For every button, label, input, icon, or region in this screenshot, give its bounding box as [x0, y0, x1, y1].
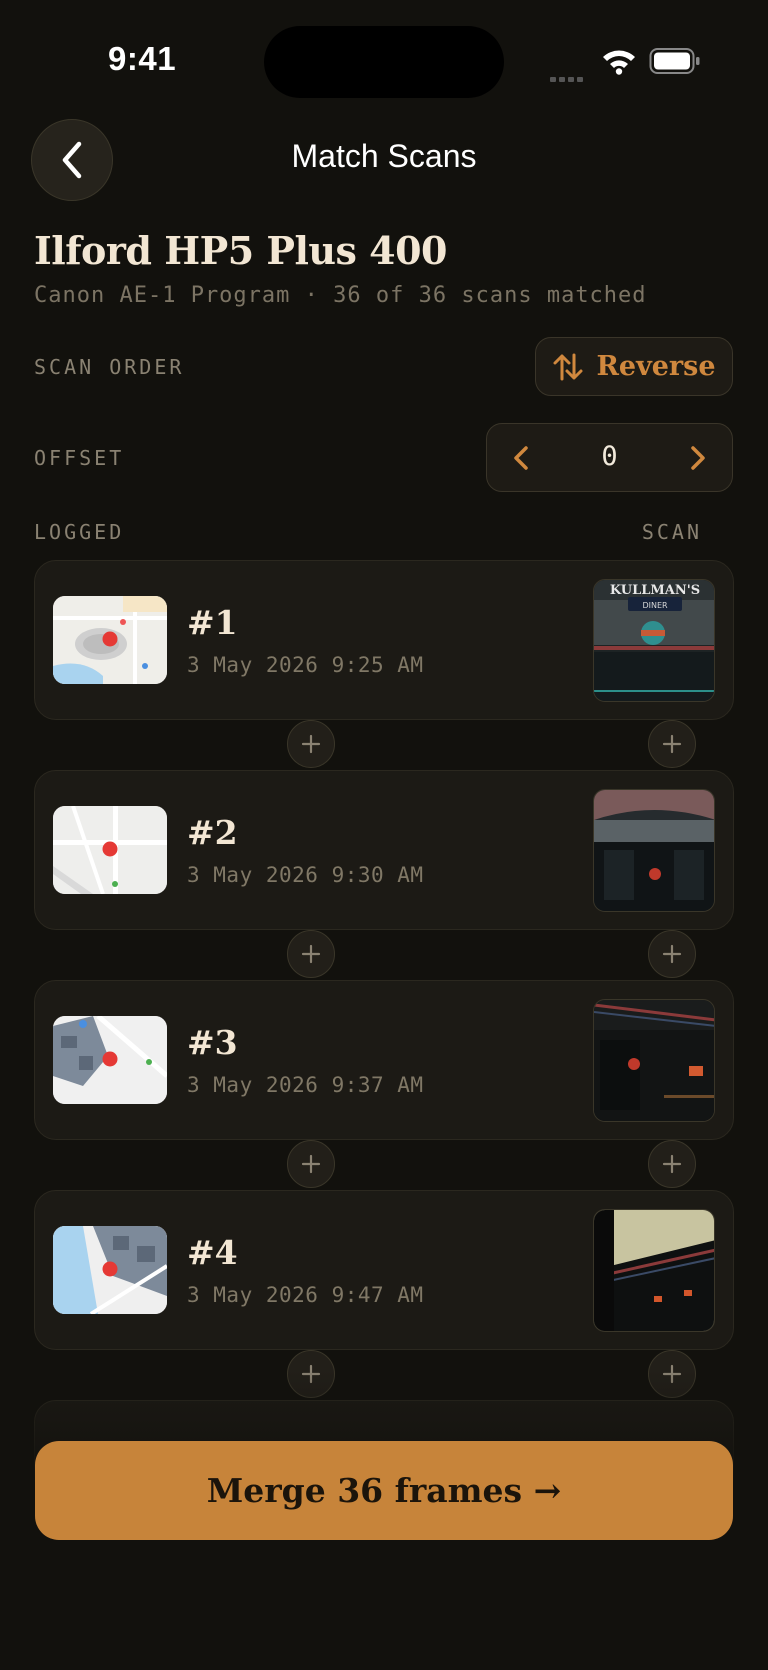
plus-icon — [662, 734, 682, 754]
location-map-thumbnail — [53, 806, 167, 894]
frame-number: #2 — [187, 813, 238, 852]
frame-number: #4 — [187, 1233, 238, 1272]
roll-subtitle: Canon AE-1 Program · 36 of 36 scans matc… — [34, 283, 647, 308]
reverse-button[interactable]: Reverse — [535, 337, 733, 396]
frame-timestamp: 3 May 2026 9:30 AM — [187, 863, 424, 887]
frame-row[interactable]: #4 3 May 2026 9:47 AM — [34, 1190, 734, 1350]
scan-column-header: SCAN — [641, 520, 702, 544]
frame-row[interactable]: #2 3 May 2026 9:30 AM — [34, 770, 734, 930]
diner-sign-text: KULLMAN'S — [610, 583, 700, 598]
plus-icon — [301, 1154, 321, 1174]
scan-thumbnail[interactable] — [593, 999, 715, 1122]
merge-button-label: Merge 36 frames → — [206, 1471, 562, 1510]
logged-column-header: LOGGED — [34, 520, 125, 544]
insert-scan-button[interactable] — [648, 1140, 696, 1188]
frame-number: #3 — [187, 1023, 238, 1062]
frame-row[interactable]: #1 3 May 2026 9:25 AM KULLMAN'S DINER — [34, 560, 734, 720]
frame-number: #1 — [187, 603, 238, 642]
reverse-label: Reverse — [596, 351, 716, 382]
offset-increment-button[interactable] — [682, 442, 712, 474]
insert-scan-button[interactable] — [648, 720, 696, 768]
plus-icon — [662, 1154, 682, 1174]
plus-icon — [662, 944, 682, 964]
roll-title: Ilford HP5 Plus 400 — [34, 228, 447, 273]
location-map-thumbnail — [53, 596, 167, 684]
diner-subsign-text: DINER — [642, 601, 668, 610]
battery-icon — [649, 48, 700, 74]
scan-order-label: SCAN ORDER — [34, 355, 185, 379]
insert-logged-frame-button[interactable] — [287, 720, 335, 768]
offset-stepper: 0 — [486, 423, 733, 492]
frame-timestamp: 3 May 2026 9:37 AM — [187, 1073, 424, 1097]
scan-thumbnail[interactable] — [593, 1209, 715, 1332]
scan-thumbnail[interactable] — [593, 789, 715, 912]
wifi-icon — [603, 50, 635, 75]
swap-vertical-icon — [553, 353, 583, 380]
insert-scan-button[interactable] — [648, 930, 696, 978]
insert-logged-frame-button[interactable] — [287, 1140, 335, 1188]
merge-frames-button[interactable]: Merge 36 frames → — [35, 1441, 733, 1540]
page-title: Match Scans — [291, 138, 477, 174]
location-map-thumbnail — [53, 1016, 167, 1104]
plus-icon — [301, 734, 321, 754]
status-time: 9:41 — [108, 40, 177, 77]
scan-thumbnail[interactable]: KULLMAN'S DINER — [593, 579, 715, 702]
frame-timestamp: 3 May 2026 9:25 AM — [187, 653, 424, 677]
dynamic-island — [264, 26, 504, 98]
insert-logged-frame-button[interactable] — [287, 930, 335, 978]
frame-row[interactable]: #3 3 May 2026 9:37 AM — [34, 980, 734, 1140]
location-map-thumbnail — [53, 1226, 167, 1314]
plus-icon — [301, 944, 321, 964]
cellular-signal-icon — [550, 67, 586, 86]
frame-timestamp: 3 May 2026 9:47 AM — [187, 1283, 424, 1307]
offset-label: OFFSET — [34, 446, 125, 470]
